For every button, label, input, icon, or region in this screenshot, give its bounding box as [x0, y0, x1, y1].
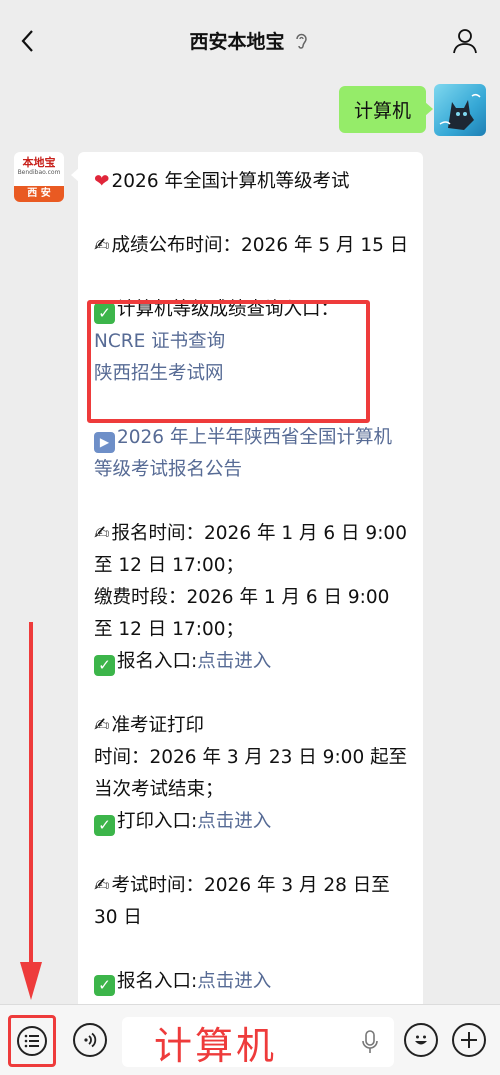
page-title: 西安本地宝 — [189, 30, 285, 53]
logo-city-text: 西 安 — [14, 186, 64, 202]
account-button[interactable] — [448, 24, 482, 58]
signup-entry-link-2[interactable]: 点击进入 — [197, 971, 271, 992]
signup-section: ✍ 报名时间：2026 年 1 月 6 日 9:00 至 12 日 17:00； … — [94, 518, 409, 678]
play-icon: ▶ — [94, 432, 115, 453]
official-account-avatar[interactable]: 本地宝 Bendibao.com 西 安 — [14, 152, 64, 202]
signup-entry-line: ✓ 报名入口:点击进入 — [94, 646, 409, 678]
message-input-text: 计算机 — [154, 1023, 278, 1068]
print-entry-line: ✓ 打印入口:点击进入 — [94, 806, 409, 838]
admit-card-section: ✍ 准考证打印 时间：2026 年 3 月 23 日 9:00 起至当次考试结束；… — [94, 710, 409, 838]
payment-time-line: 缴费时段：2026 年 1 月 6 日 9:00 至 12 日 17:00； — [94, 587, 390, 640]
heart-icon: ❤ — [94, 171, 110, 192]
menu-button[interactable] — [8, 1015, 56, 1067]
score-time-line: ✍ 成绩公布时间：2026 年 5 月 15 日 — [94, 235, 409, 256]
header-title-group: 西安本地宝 — [189, 27, 310, 54]
outgoing-message-bubble[interactable]: 计算机 — [338, 86, 434, 133]
voice-icon — [84, 1032, 97, 1048]
cat-avatar-icon — [439, 93, 481, 130]
notice-section: ▶ 2026 年上半年陕西省全国计算机等级考试报名公告 — [94, 422, 409, 486]
earpiece-icon — [293, 31, 311, 49]
voice-mode-button[interactable] — [73, 1023, 107, 1057]
score-query-section: ✓ 计算机等级成绩查询入口： NCRE 证书查询 陕西招生考试网 — [94, 294, 409, 390]
registration-notice-link[interactable]: 2026 年上半年陕西省全国计算机等级考试报名公告 — [94, 427, 392, 480]
emoji-button[interactable] — [404, 1023, 438, 1057]
back-button[interactable] — [10, 24, 44, 58]
chat-header: 西安本地宝 — [0, 0, 500, 80]
outgoing-message-row: 计算机 — [338, 84, 486, 136]
user-icon — [453, 29, 477, 54]
print-entry-link[interactable]: 点击进入 — [197, 811, 271, 832]
signup-entry-section-2: ✓ 报名入口:点击进入 — [94, 966, 409, 998]
writing-hand-icon: ✍ — [94, 715, 110, 736]
plus-icon — [461, 1032, 477, 1048]
chevron-left-icon — [21, 30, 33, 52]
logo-domain-text: Bendibao.com — [17, 169, 61, 176]
signup-time-line: ✍ 报名时间：2026 年 1 月 6 日 9:00 至 12 日 17:00； — [94, 523, 407, 576]
annotation-arrow-icon — [20, 622, 42, 1000]
ncre-certificate-link[interactable]: NCRE 证书查询 — [94, 326, 409, 358]
smiley-icon — [415, 1035, 427, 1045]
admit-title-line: ✍ 准考证打印 — [94, 715, 205, 736]
admit-time-line: 时间：2026 年 3 月 23 日 9:00 起至当次考试结束； — [94, 747, 408, 800]
more-button[interactable] — [452, 1023, 486, 1057]
microphone-icon[interactable] — [362, 1030, 378, 1054]
check-icon: ✓ — [94, 975, 115, 996]
bottom-input-bar: 计算机 — [0, 1004, 500, 1075]
check-icon: ✓ — [94, 655, 115, 676]
writing-hand-icon: ✍ — [94, 875, 110, 896]
message-title-line: ❤ 2026 年全国计算机等级考试 — [94, 171, 350, 192]
exam-time-section: ✍ 考试时间：2026 年 3 月 28 日至 30 日 — [94, 875, 390, 928]
incoming-message-bubble: ❤ 2026 年全国计算机等级考试 ✍ 成绩公布时间：2026 年 5 月 15 日… — [78, 152, 423, 1022]
logo-brand-text: 本地宝 — [22, 156, 56, 169]
writing-hand-icon: ✍ — [94, 235, 110, 256]
check-icon: ✓ — [94, 815, 115, 836]
score-query-label-line: ✓ 计算机等级成绩查询入口： — [94, 294, 409, 326]
chat-screen: 西安本地宝 计算机 本地宝 Bendibao.com 西 安 ❤ 2026 年全… — [0, 0, 500, 1075]
list-menu-icon — [17, 1026, 47, 1056]
signup-entry-link[interactable]: 点击进入 — [197, 651, 271, 672]
check-icon: ✓ — [94, 303, 115, 324]
shaanxi-exam-site-link[interactable]: 陕西招生考试网 — [94, 358, 409, 390]
message-input[interactable]: 计算机 — [122, 1017, 394, 1068]
writing-hand-icon: ✍ — [94, 523, 110, 544]
my-avatar[interactable] — [434, 84, 486, 136]
